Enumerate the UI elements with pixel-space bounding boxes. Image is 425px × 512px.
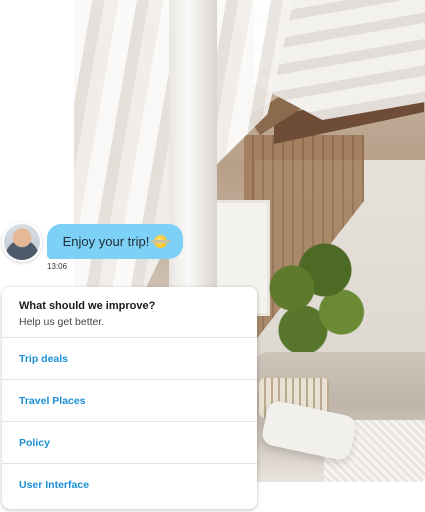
option-travel-places[interactable]: Travel Places <box>2 379 257 421</box>
survey-subtitle: Help us get better. <box>19 316 105 328</box>
chat-bubble: Enjoy your trip! <box>47 224 183 259</box>
sun-emoji-icon <box>151 235 171 248</box>
survey-question: What should we improve? <box>19 300 156 312</box>
chat-message: Enjoy your trip! <box>62 234 150 249</box>
option-trip-deals[interactable]: Trip deals <box>2 337 257 379</box>
option-policy[interactable]: Policy <box>2 421 257 463</box>
option-user-interface[interactable]: User Interface <box>2 463 257 505</box>
chat-timestamp: 13:06 <box>47 262 68 271</box>
survey-header: What should we improve? Help us get bett… <box>2 287 257 337</box>
survey-card: What should we improve? Help us get bett… <box>2 287 257 509</box>
avatar <box>2 222 42 262</box>
photo-plant <box>259 240 369 360</box>
